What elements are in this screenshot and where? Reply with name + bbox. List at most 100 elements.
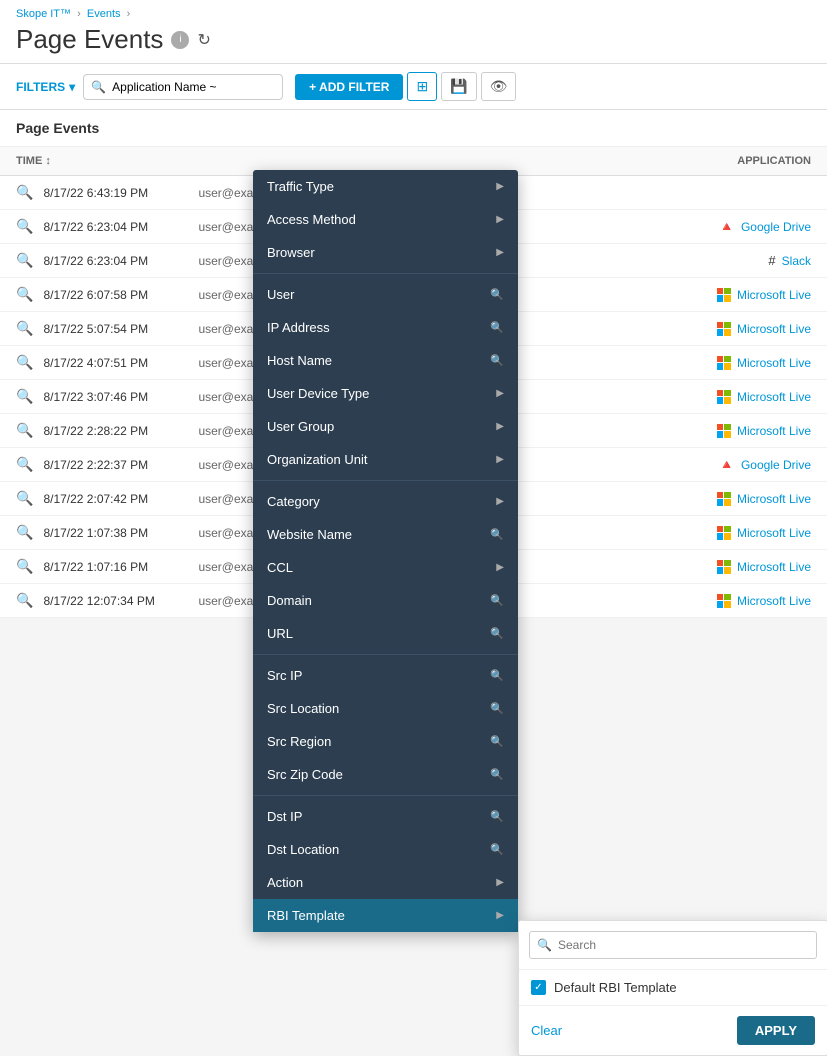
dropdown-item-label: User Device Type [267, 386, 369, 401]
microsoft-icon [717, 288, 731, 302]
dropdown-item-label: Organization Unit [267, 452, 367, 467]
add-filter-button[interactable]: + ADD FILTER [295, 74, 403, 100]
zoom-icon[interactable]: 🔍 [16, 490, 33, 507]
zoom-icon[interactable]: 🔍 [16, 218, 33, 235]
zoom-icon[interactable]: 🔍 [16, 558, 33, 575]
dropdown-item-ip-address[interactable]: IP Address🔍 [253, 311, 518, 344]
breadcrumb-events[interactable]: Events [87, 8, 121, 20]
col-time-header[interactable]: TIME ↕ [16, 155, 196, 167]
dropdown-item-label: Dst IP [267, 809, 302, 824]
dropdown-item-src-region[interactable]: Src Region🔍 [253, 725, 518, 758]
dropdown-item-organization-unit[interactable]: Organization Unit▶ [253, 443, 518, 476]
row-time: 8/17/22 6:23:04 PM [43, 220, 198, 234]
dropdown-item-src-location[interactable]: Src Location🔍 [253, 692, 518, 725]
filters-toggle[interactable]: FILTERS ▾ [16, 80, 75, 94]
row-time: 8/17/22 2:22:37 PM [43, 458, 198, 472]
row-app: Microsoft Live [611, 356, 811, 370]
app-name: Microsoft Live [737, 390, 811, 404]
row-time: 8/17/22 5:07:54 PM [43, 322, 198, 336]
dropdown-item-label: Traffic Type [267, 179, 334, 194]
chevron-right-icon: ▶ [496, 910, 504, 921]
search-icon: 🔍 [490, 354, 504, 367]
sub-search-input[interactable] [529, 931, 817, 959]
breadcrumb-skope[interactable]: Skope IT™ [16, 8, 71, 20]
eye-icon-button[interactable]: 👁 [481, 72, 517, 101]
search-icon: 🔍 [490, 843, 504, 856]
app-name: Microsoft Live [737, 322, 811, 336]
app-name: Microsoft Live [737, 526, 811, 540]
dropdown-item-src-zip-code[interactable]: Src Zip Code🔍 [253, 758, 518, 791]
microsoft-icon [717, 560, 731, 574]
filter-dropdown: Traffic Type ▶ Access Method▶Browser▶ User🔍… [253, 170, 518, 932]
zoom-icon[interactable]: 🔍 [16, 286, 33, 303]
app-name: Google Drive [741, 458, 811, 472]
dropdown-item-dst-location[interactable]: Dst Location 🔍 [253, 833, 518, 866]
dropdown-item-action[interactable]: Action▶ [253, 866, 518, 899]
row-time: 8/17/22 1:07:16 PM [43, 560, 198, 574]
dropdown-item-user-group[interactable]: User Group▶ [253, 410, 518, 443]
googledrive-icon: 🔺 [719, 219, 735, 235]
top-bar: Skope IT™ › Events › Page Events i ↻ [0, 0, 827, 64]
dropdown-item-access-method[interactable]: Access Method▶ [253, 203, 518, 236]
rbi-template-checkbox[interactable]: ✓ [531, 980, 546, 995]
zoom-icon[interactable]: 🔍 [16, 592, 33, 609]
dropdown-item-traffic-type[interactable]: Traffic Type ▶ [253, 170, 518, 203]
zoom-icon[interactable]: 🔍 [16, 524, 33, 541]
filter-icon-button[interactable]: ⊞ [407, 72, 437, 101]
info-icon[interactable]: i [171, 31, 189, 49]
search-icon: 🔍 [490, 528, 504, 541]
dropdown-item-domain[interactable]: Domain🔍 [253, 584, 518, 617]
refresh-icon[interactable]: ↻ [197, 30, 210, 50]
filter-input-wrap: 🔍 [83, 74, 283, 100]
application-name-input[interactable] [83, 74, 283, 100]
zoom-icon[interactable]: 🔍 [16, 320, 33, 337]
chevron-right-icon: ▶ [496, 496, 504, 507]
row-time: 8/17/22 6:07:58 PM [43, 288, 198, 302]
dropdown-item-src-ip[interactable]: Src IP🔍 [253, 659, 518, 692]
zoom-icon[interactable]: 🔍 [16, 422, 33, 439]
rbi-template-subdropdown: 🔍 ✓ Default RBI Template Clear APPLY [518, 920, 827, 1056]
dropdown-item-user[interactable]: User🔍 [253, 278, 518, 311]
rbi-template-item[interactable]: ✓ Default RBI Template [519, 970, 827, 1006]
dropdown-item-dst-ip[interactable]: Dst IP 🔍 [253, 800, 518, 833]
dropdown-item-label: Dst Location [267, 842, 339, 857]
row-time: 8/17/22 1:07:38 PM [43, 526, 198, 540]
page-title: Page Events [16, 24, 163, 55]
dropdown-item-website-name[interactable]: Website Name🔍 [253, 518, 518, 551]
dropdown-item-host-name[interactable]: Host Name🔍 [253, 344, 518, 377]
zoom-icon[interactable]: 🔍 [16, 388, 33, 405]
page-events-header: Page Events [0, 110, 827, 147]
dropdown-item-rbi-template[interactable]: RBI Template▶ [253, 899, 518, 932]
filter-search-icon: 🔍 [91, 80, 106, 94]
row-time: 8/17/22 6:43:19 PM [43, 186, 198, 200]
dropdown-item-user-device-type[interactable]: User Device Type▶ [253, 377, 518, 410]
row-app: #Slack [611, 253, 811, 268]
filters-bar: FILTERS ▾ 🔍 + ADD FILTER ⊞ 💾 👁 [0, 64, 827, 110]
dropdown-item-browser[interactable]: Browser▶ [253, 236, 518, 269]
apply-button[interactable]: APPLY [737, 1016, 815, 1045]
zoom-icon[interactable]: 🔍 [16, 456, 33, 473]
zoom-icon[interactable]: 🔍 [16, 252, 33, 269]
row-app: Microsoft Live [611, 322, 811, 336]
dropdown-item-label: URL [267, 626, 293, 641]
sub-footer: Clear APPLY [519, 1006, 827, 1055]
app-name: Slack [782, 254, 811, 268]
app-name: Microsoft Live [737, 560, 811, 574]
zoom-icon[interactable]: 🔍 [16, 354, 33, 371]
dropdown-item-url[interactable]: URL🔍 [253, 617, 518, 650]
search-icon: 🔍 [490, 702, 504, 715]
zoom-icon[interactable]: 🔍 [16, 184, 33, 201]
dropdown-item-label: Domain [267, 593, 312, 608]
dropdown-item-label: IP Address [267, 320, 330, 335]
toolbar: + ADD FILTER ⊞ 💾 👁 [295, 72, 516, 101]
chevron-right-icon: ▶ [496, 181, 504, 192]
search-icon: 🔍 [490, 669, 504, 682]
clear-button[interactable]: Clear [531, 1023, 562, 1038]
row-app: Microsoft Live [611, 390, 811, 404]
col-app-header: APPLICATION [611, 155, 811, 167]
save-icon-button[interactable]: 💾 [441, 72, 476, 101]
search-icon: 🔍 [490, 768, 504, 781]
dropdown-item-category[interactable]: Category▶ [253, 485, 518, 518]
search-icon: 🔍 [490, 810, 504, 823]
dropdown-item-ccl[interactable]: CCL▶ [253, 551, 518, 584]
